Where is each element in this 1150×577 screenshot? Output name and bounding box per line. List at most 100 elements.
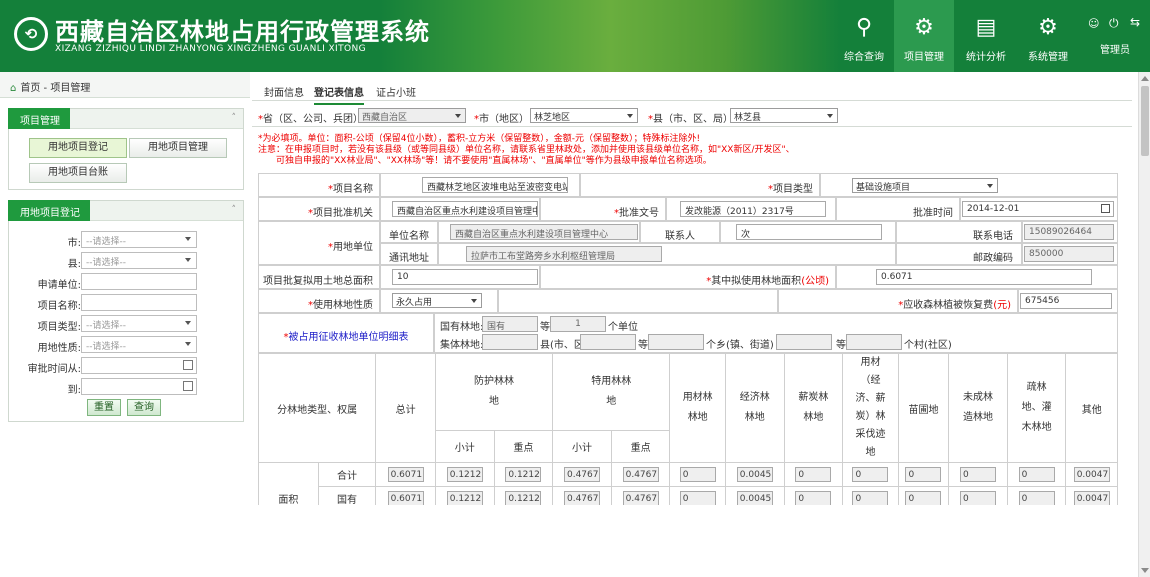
value-input[interactable]: 0.4767 <box>622 467 659 482</box>
value-input[interactable]: 0 <box>959 467 996 482</box>
project-manage-button[interactable]: 用地项目管理 <box>129 138 227 158</box>
value-input[interactable]: 0.0045 <box>736 467 773 482</box>
home-icon[interactable]: ⌂ <box>10 83 16 94</box>
project-name-input[interactable]: 西藏林芝地区波堆电站至波密变电站 <box>422 177 568 193</box>
value-input[interactable]: 0.4767 <box>563 491 600 506</box>
nav-project-management[interactable]: ⚙ 项目管理 <box>894 0 954 72</box>
province-select[interactable]: 西藏自治区 <box>358 108 466 123</box>
value-input[interactable]: 0 <box>679 491 716 506</box>
location-divider <box>252 126 1132 127</box>
project-type-select-main[interactable]: 基础设施项目 <box>852 178 998 193</box>
value-input[interactable]: 0.1212 <box>446 491 483 506</box>
tab-cover-info[interactable]: 封面信息 <box>264 84 304 99</box>
collective-county-input[interactable] <box>482 334 538 350</box>
nav-statistics[interactable]: ▤ 统计分析 <box>956 0 1016 72</box>
sub-header: 重点 <box>610 430 671 463</box>
collective-county-count[interactable] <box>580 334 636 350</box>
reset-button[interactable]: 重置 <box>87 399 121 416</box>
collective-township-input[interactable] <box>776 334 832 350</box>
value-input[interactable]: 0.1212 <box>505 491 542 506</box>
zip-input[interactable]: 850000 <box>1024 246 1114 262</box>
tab-registration-info[interactable]: 登记表信息 <box>314 84 364 105</box>
date-from-input[interactable] <box>81 357 197 374</box>
project-name-input[interactable] <box>81 294 197 311</box>
select-value: 基础设施项目 <box>856 183 911 193</box>
field-label: 审批时间从: <box>27 364 81 375</box>
nav-comprehensive-query[interactable]: ⚲ 综合查询 <box>834 0 894 72</box>
unit-count-label: 个单位 <box>608 322 638 333</box>
calendar-icon[interactable] <box>183 360 193 370</box>
field-label: 项目名称: <box>37 301 81 312</box>
fee-input[interactable]: 675456 <box>1020 293 1112 309</box>
total-area-input[interactable]: 10 <box>392 269 538 285</box>
value-input[interactable]: 0 <box>795 491 832 506</box>
value-input[interactable]: 0.0047 <box>1073 467 1110 482</box>
tab-sub-compartment[interactable]: 证占小班 <box>376 84 416 99</box>
value-input[interactable]: 0.6071 <box>387 491 424 506</box>
app-header: ⟲ 西藏自治区林地占用行政管理系统 XIZANG ZIZHIQU LINDI Z… <box>0 0 1150 72</box>
value-input[interactable]: 0.0045 <box>736 491 773 506</box>
scrollbar-thumb[interactable] <box>1141 86 1149 156</box>
query-button[interactable]: 查询 <box>127 399 161 416</box>
calendar-icon[interactable] <box>183 381 193 391</box>
nature-select[interactable]: 永久占用 <box>392 293 482 308</box>
field-label: 项目类型: <box>37 322 81 333</box>
value-input[interactable]: 0.4767 <box>563 467 600 482</box>
collective-village-count[interactable] <box>846 334 902 350</box>
admin-menu[interactable]: ☺ ⏻ ⇆ 管理员 <box>1082 0 1148 72</box>
fee-label: *应收森林植被恢复费(元) <box>778 289 1018 313</box>
value-input[interactable]: 0.6071 <box>387 467 424 482</box>
collective-township-count[interactable] <box>648 334 704 350</box>
project-ledger-button[interactable]: 用地项目台账 <box>29 163 127 183</box>
date-to-input[interactable] <box>81 378 197 395</box>
unit-name-input[interactable]: 西藏自治区重点水利建设项目管理中心 <box>450 224 638 240</box>
nav-system-management[interactable]: ⚙ 系统管理 <box>1018 0 1078 72</box>
approval-org-input[interactable]: 西藏自治区重点水利建设项目管理中心 <box>392 201 538 217</box>
value-input[interactable]: 0 <box>679 467 716 482</box>
value-input[interactable]: 0 <box>959 491 996 506</box>
value-input[interactable]: 0.1212 <box>446 467 483 482</box>
collapse-icon[interactable]: ˄ <box>232 205 237 215</box>
calendar-icon[interactable] <box>1101 204 1110 213</box>
city-select[interactable]: --请选择-- <box>81 231 197 248</box>
contact-input[interactable]: 次 <box>736 224 882 240</box>
project-type-select[interactable]: --请选择-- <box>81 315 197 332</box>
breadcrumb: ⌂ 首页 - 项目管理 <box>0 72 250 98</box>
project-register-button[interactable]: 用地项目登记 <box>29 138 127 158</box>
value-input[interactable]: 0 <box>905 467 942 482</box>
value-input[interactable]: 0 <box>852 467 889 482</box>
address-input[interactable]: 拉萨市工布堂路旁乡水利枢纽管理局 <box>466 246 662 262</box>
value-input[interactable]: 0 <box>905 491 942 506</box>
table-cell: 0.4767 <box>552 462 612 487</box>
state-value-input[interactable]: 国有 <box>482 316 538 332</box>
phone-input[interactable]: 15089026464 <box>1024 224 1114 240</box>
forest-area-input[interactable]: 0.6071 <box>876 269 1092 285</box>
scroll-up-icon[interactable] <box>1141 76 1149 81</box>
collapse-icon[interactable]: ˄ <box>232 113 237 123</box>
county-select-main[interactable]: 林芝县 <box>730 108 838 123</box>
power-icon[interactable]: ⏻ <box>1109 16 1119 31</box>
county-select[interactable]: --请选择-- <box>81 252 197 269</box>
state-count-input[interactable]: 1 <box>550 316 606 332</box>
scroll-down-icon[interactable] <box>1141 568 1149 573</box>
note-line: 可独自申报的"XX林业局"、"XX林场"等！请不要使用"直属林场"、"直属单位"… <box>258 156 712 166</box>
value-input[interactable]: 0.0047 <box>1073 491 1110 506</box>
select-value: 林芝县 <box>734 113 762 123</box>
switch-icon[interactable]: ⇆ <box>1130 15 1140 29</box>
value-input[interactable]: 0 <box>1018 491 1055 506</box>
city-select-main[interactable]: 林芝地区 <box>530 108 638 123</box>
value-input[interactable]: 0 <box>1018 467 1055 482</box>
vertical-scrollbar[interactable] <box>1138 72 1150 577</box>
county-label-text: 县（市、区、局）: <box>653 114 737 125</box>
table-cell: 0.1212 <box>493 462 554 487</box>
applicant-input[interactable] <box>81 273 197 290</box>
value-input[interactable]: 0.4767 <box>622 491 659 506</box>
value-input[interactable]: 0 <box>852 491 889 506</box>
nav-label: 项目管理 <box>904 52 944 63</box>
owner-label: *被占用征收林地单位明细表 <box>258 313 434 353</box>
approval-time-input[interactable]: 2014-12-01 <box>962 201 1114 217</box>
land-nature-select[interactable]: --请选择-- <box>81 336 197 353</box>
value-input[interactable]: 0 <box>795 467 832 482</box>
doc-no-input[interactable]: 发改能源（2011）2317号 <box>680 201 826 217</box>
value-input[interactable]: 0.1212 <box>505 467 542 482</box>
